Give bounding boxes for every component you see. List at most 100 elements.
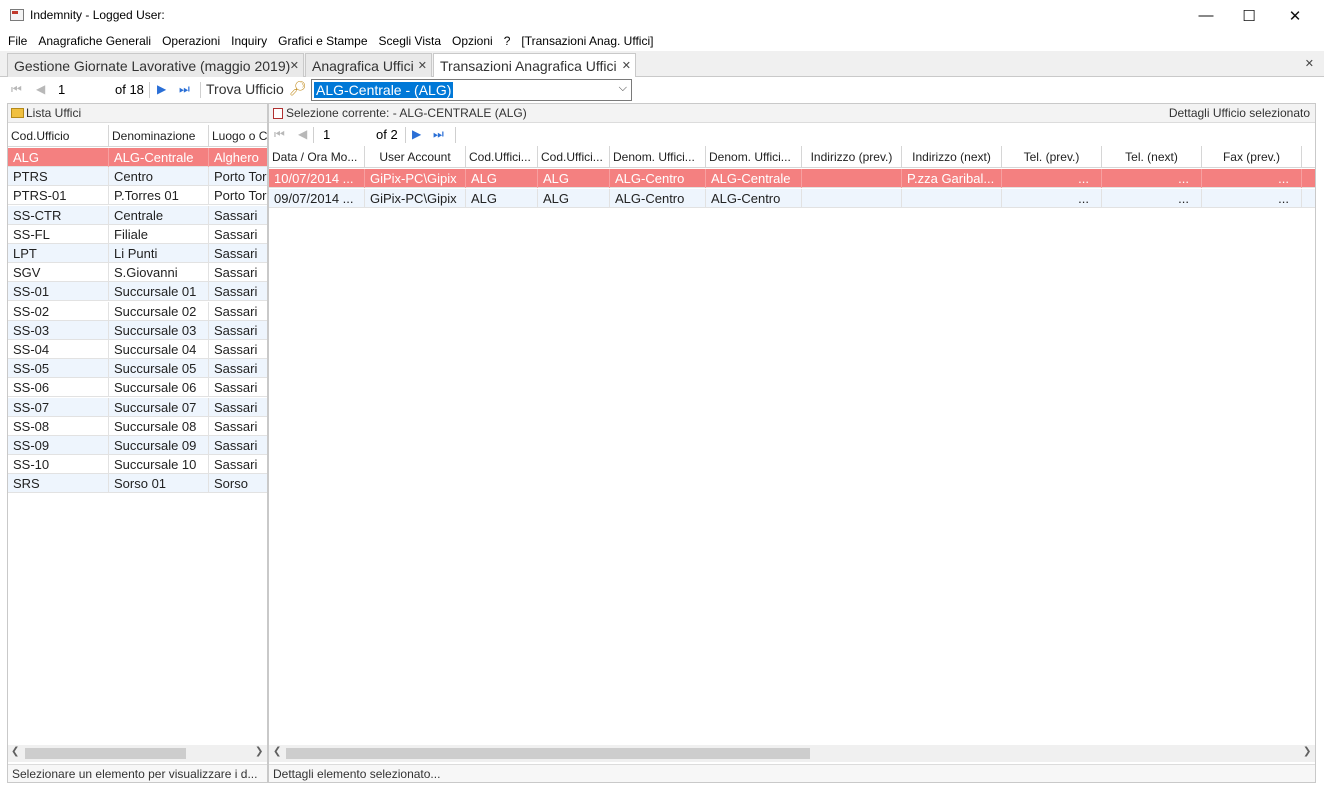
scroll-right-icon[interactable]: ❯ [1303,746,1311,757]
find-office-combobox[interactable]: ALG-Centrale - (ALG) ⌵ [311,79,632,101]
column-header-luogo[interactable]: Luogo o C [209,125,267,147]
table-row[interactable]: 09/07/2014 ... GiPix-PC\Gipix ALG ALG ALG-Ce… [269,188,1315,208]
last-record-icon[interactable]: ⏭ [179,82,190,97]
cell-tel-next: ... [1102,169,1202,188]
column-header-data-ora[interactable]: Data / Ora Mo... [269,146,365,168]
table-row[interactable]: PTRS Centro Porto Tor [8,167,267,187]
cell-luogo: Sassari [209,263,267,282]
separator [405,127,406,143]
column-header-tel-prev[interactable]: Tel. (prev.) [1002,146,1102,168]
menu-inquiry[interactable]: Inquiry [231,34,267,48]
table-row[interactable]: SS-09 Succursale 09 Sassari [8,436,267,455]
column-header-user-account[interactable]: User Account [365,146,466,168]
table-row[interactable]: SS-02 Succursale 02 Sassari [8,301,267,321]
minimize-button[interactable]: — [1183,0,1229,31]
table-row[interactable]: 10/07/2014 ... GiPix-PC\Gipix ALG ALG ALG-Ce… [269,169,1315,188]
previous-record-icon[interactable]: ◀ [298,127,307,141]
separator [149,82,150,98]
menu-file[interactable]: File [8,34,27,48]
cell-luogo: Sassari [209,225,267,244]
tab-transazioni-anagrafica-uffici[interactable]: Transazioni Anagrafica Uffici ✕ [433,53,636,78]
tab-close-icon[interactable]: ✕ [622,59,631,72]
chevron-down-icon[interactable]: ⌵ [619,82,627,95]
cell-denom-ufficio-prev: ALG-Centro [610,169,706,188]
cell-luogo: Sassari [209,398,267,417]
column-header-denom-ufficio-next[interactable]: Denom. Uffici... [706,146,802,168]
cell-cod-ufficio: SS-01 [8,282,109,302]
cell-denominazione: Li Punti [109,244,209,263]
transaction-grid-body: 10/07/2014 ... GiPix-PC\Gipix ALG ALG ALG-Ce… [269,169,1315,229]
scroll-thumb[interactable] [286,748,810,759]
maximize-button[interactable]: ☐ [1226,0,1272,31]
table-row[interactable]: PTRS-01 P.Torres 01 Porto Tor [8,186,267,206]
tab-close-icon[interactable]: ✕ [418,59,427,72]
office-list-scrollbar[interactable]: ❮ ❯ [8,745,267,762]
table-row[interactable]: ALG ALG-Centrale Alghero [8,148,267,167]
tab-label: Transazioni Anagrafica Uffici [440,58,617,74]
cell-denominazione: Succursale 06 [109,378,209,398]
first-record-icon[interactable]: ⏮ [11,82,22,97]
table-row[interactable]: SS-01 Succursale 01 Sassari [8,282,267,302]
column-header-cod-ufficio[interactable]: Cod.Ufficio [8,125,109,147]
table-row[interactable]: SS-CTR Centrale Sassari [8,205,267,225]
table-row[interactable]: SS-FL Filiale Sassari [8,224,267,244]
tab-gestione-giornate[interactable]: Gestione Giornate Lavorative (maggio 201… [7,53,304,77]
column-header-fax-prev[interactable]: Fax (prev.) [1202,146,1302,168]
table-row[interactable]: SS-06 Succursale 06 Sassari [8,378,267,398]
menu-help[interactable]: ? [504,34,511,48]
table-row[interactable]: SGV S.Giovanni Sassari [8,263,267,283]
folder-icon [11,108,24,118]
tab-anagrafica-uffici[interactable]: Anagrafica Uffici ✕ [305,53,432,77]
table-row[interactable]: SS-03 Succursale 03 Sassari [8,320,267,340]
menu-anagrafiche-generali[interactable]: Anagrafiche Generali [38,34,151,48]
cell-luogo: Sorso [209,474,267,493]
menu-transazioni-anag-uffici[interactable]: [Transazioni Anag. Uffici] [521,34,653,48]
close-button[interactable]: ✕ [1272,0,1318,31]
column-header-indirizzo-next[interactable]: Indirizzo (next) [902,146,1002,168]
menu-grafici-e-stampe[interactable]: Grafici e Stampe [278,34,367,48]
menu-operazioni[interactable]: Operazioni [162,34,220,48]
first-record-icon[interactable]: ⏮ [274,127,285,142]
table-row[interactable]: SS-08 Succursale 08 Sassari [8,416,267,436]
cell-cod-ufficio: SS-10 [8,455,109,475]
table-row[interactable]: SS-04 Succursale 04 Sassari [8,340,267,359]
table-row[interactable]: SS-07 Succursale 07 Sassari [8,397,267,417]
cell-denominazione: Succursale 10 [109,455,209,475]
cell-denominazione: S.Giovanni [109,263,209,283]
column-header-cod-ufficio-next[interactable]: Cod.Uffici... [538,146,610,168]
table-row[interactable]: SS-05 Succursale 05 Sassari [8,359,267,379]
column-header-cod-ufficio-prev[interactable]: Cod.Uffici... [466,146,538,168]
next-record-icon[interactable]: ▶ [157,82,166,96]
office-list-panel: Lista Uffici Cod.Ufficio Denominazione L… [7,103,268,783]
table-row[interactable]: SRS Sorso 01 Sorso [8,474,267,494]
scroll-thumb[interactable] [25,748,186,759]
cell-luogo: Sassari [209,436,267,455]
menu-scegli-vista[interactable]: Scegli Vista [379,34,441,48]
cell-tel-prev: ... [1002,169,1102,188]
previous-record-icon[interactable]: ◀ [36,82,45,96]
column-header-denominazione[interactable]: Denominazione [109,125,209,147]
page-number-input[interactable]: 1 [58,81,108,99]
column-header-indirizzo-prev[interactable]: Indirizzo (prev.) [802,146,902,168]
tab-close-icon[interactable]: ✕ [290,59,299,72]
scroll-left-icon[interactable]: ❮ [273,746,281,757]
scroll-left-icon[interactable]: ❮ [11,746,19,757]
cell-luogo: Sassari [209,282,267,301]
column-header-denom-ufficio-prev[interactable]: Denom. Uffici... [610,146,706,168]
scroll-right-icon[interactable]: ❯ [255,746,263,757]
last-record-icon[interactable]: ⏭ [433,127,444,142]
column-header-tel-next[interactable]: Tel. (next) [1102,146,1202,168]
cell-user-account: GiPix-PC\Gipix [365,169,466,188]
next-record-icon[interactable]: ▶ [412,127,421,141]
cell-fax-prev: ... [1202,188,1302,208]
cell-luogo: Sassari [209,321,267,340]
page-number-input[interactable]: 1 [323,127,330,142]
table-row[interactable]: LPT Li Punti Sassari [8,244,267,263]
transaction-scrollbar[interactable]: ❮ ❯ [269,745,1315,762]
table-row[interactable]: SS-10 Succursale 10 Sassari [8,455,267,475]
cell-cod-ufficio-next: ALG [538,188,610,208]
close-all-tabs-icon[interactable]: ✕ [1305,57,1314,70]
search-icon[interactable]: 🔎︎ [289,80,307,97]
menu-opzioni[interactable]: Opzioni [452,34,493,48]
cell-denominazione: Sorso 01 [109,474,209,494]
